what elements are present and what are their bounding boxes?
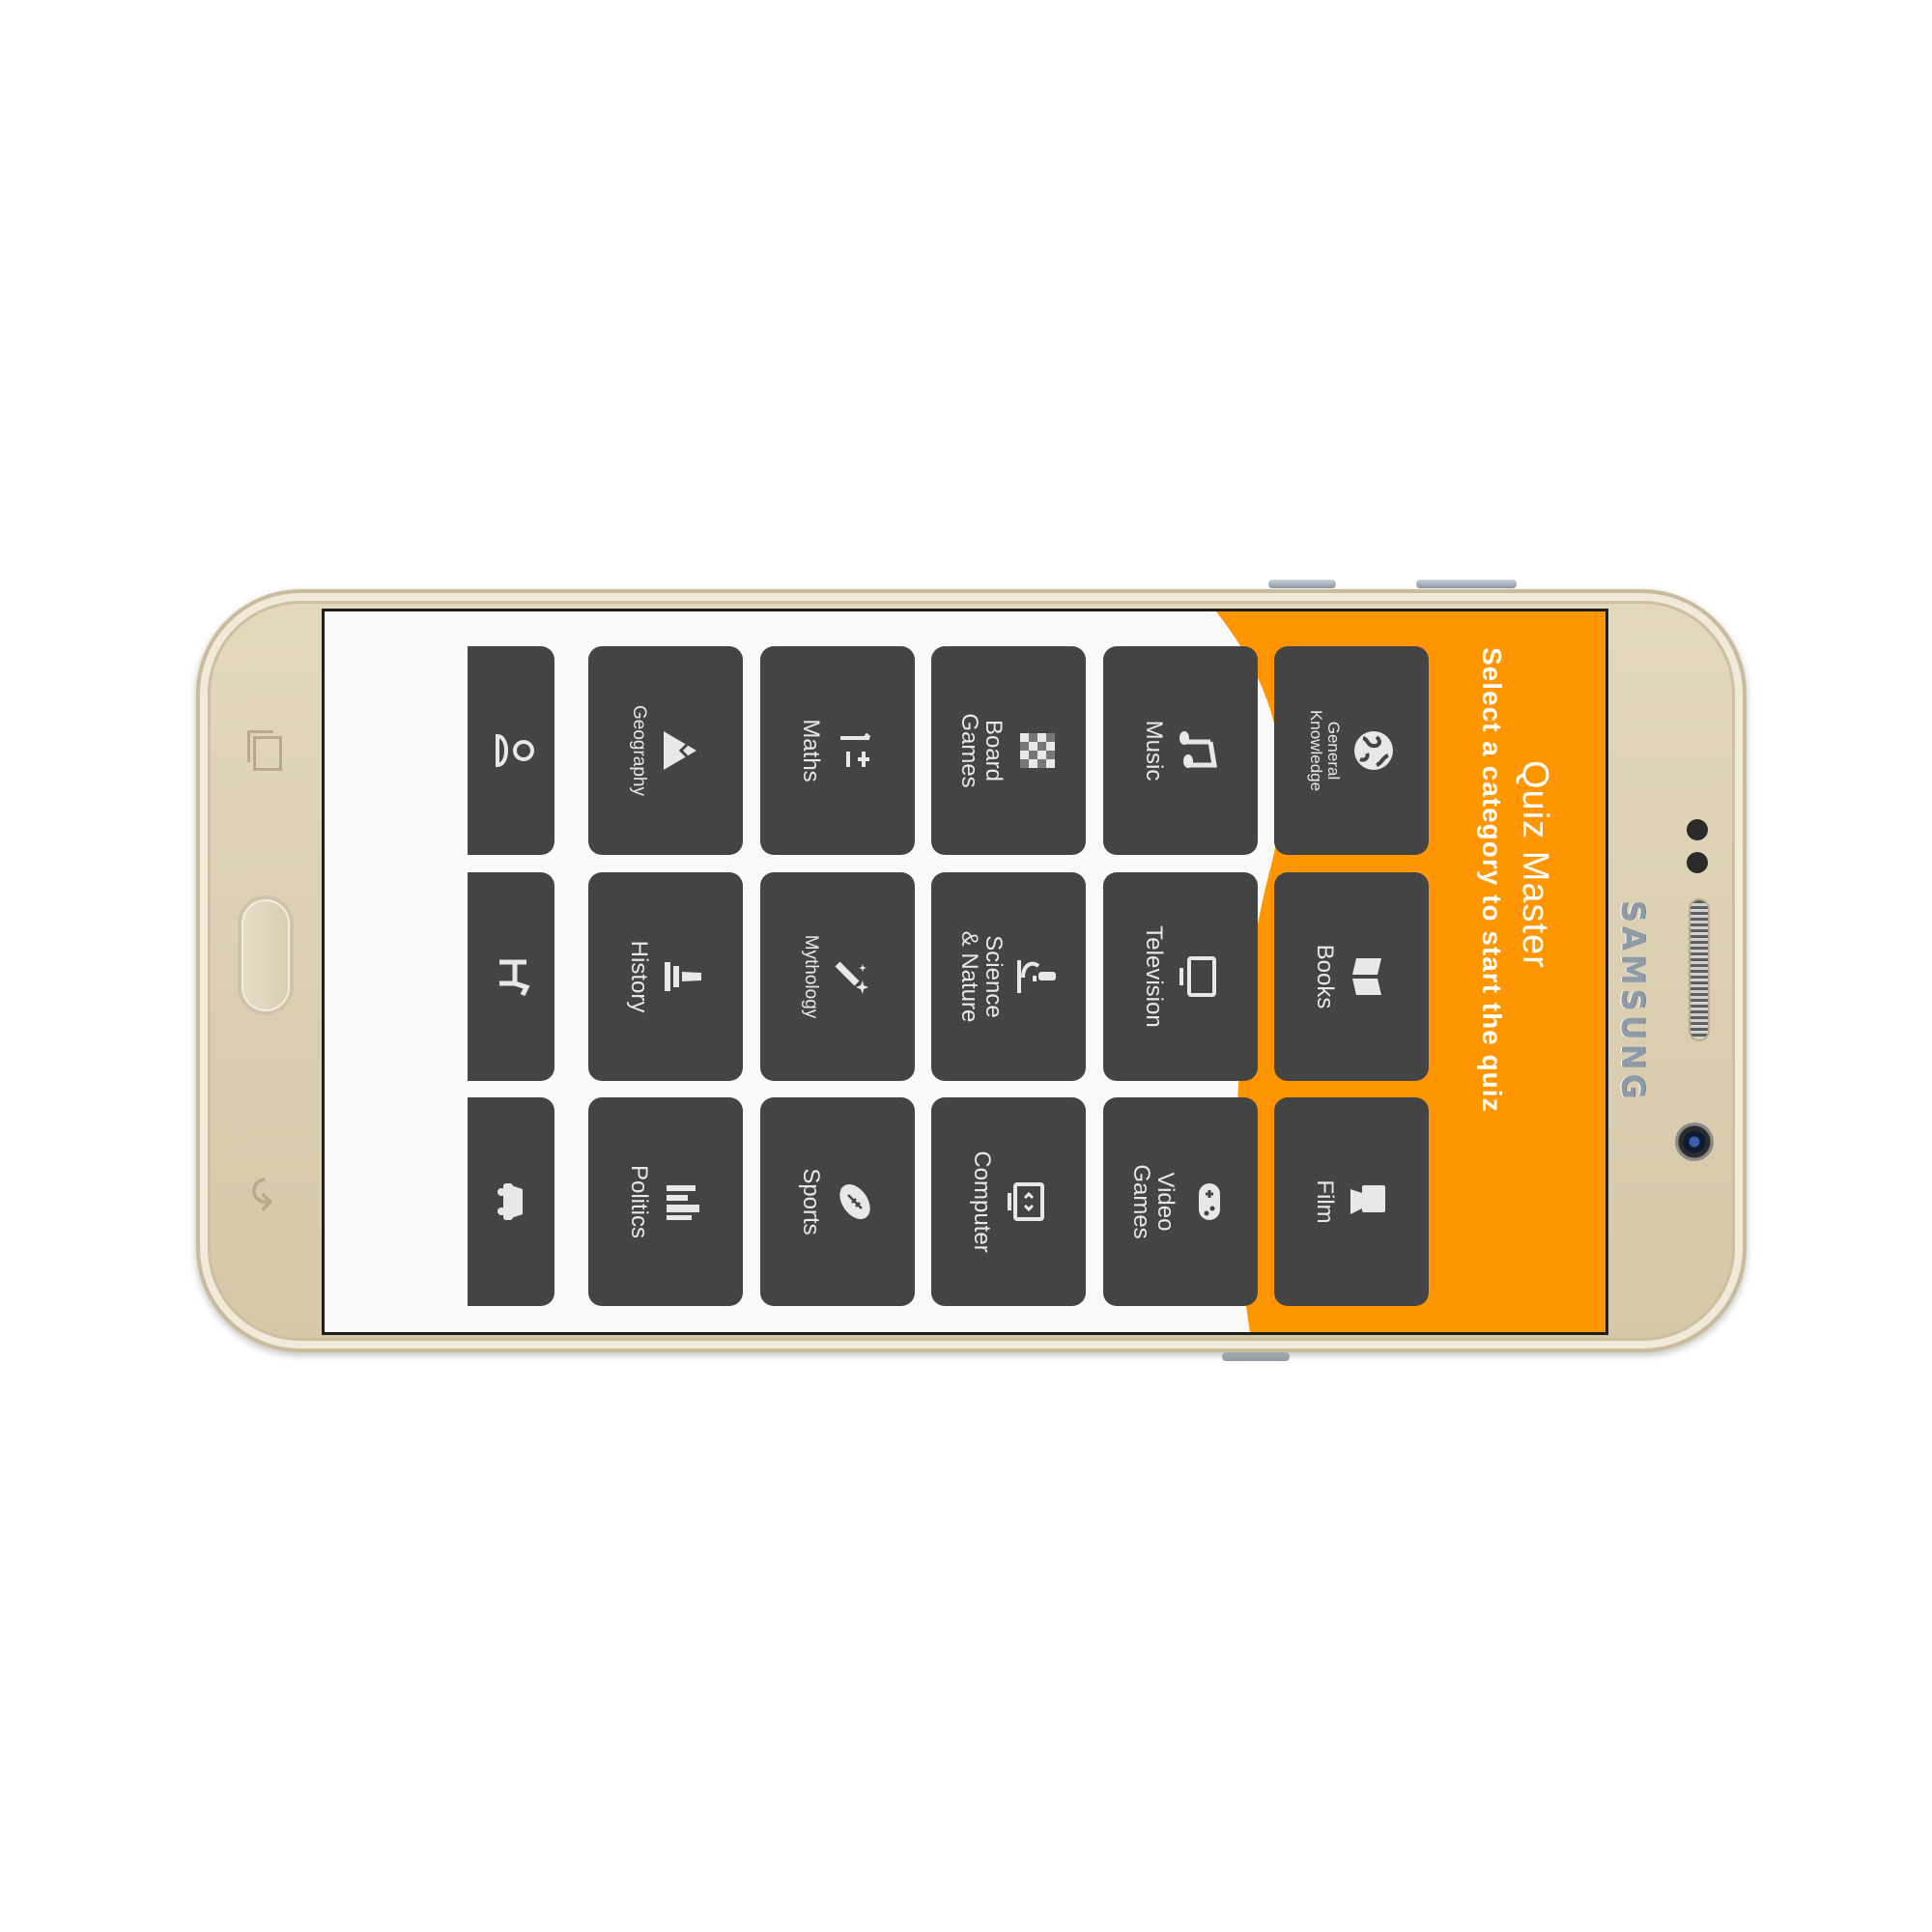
book-icon	[1351, 958, 1381, 995]
earpiece-speaker	[1689, 898, 1710, 1041]
category-label: General Knowledge	[1307, 709, 1343, 792]
category-tile-mythology[interactable]: Mythology	[760, 872, 915, 1081]
category-tile-film[interactable]: Film	[1274, 1097, 1429, 1306]
category-tile-music[interactable]: Music	[1103, 646, 1258, 855]
music-note-icon	[1179, 731, 1217, 768]
chessboard-icon	[1020, 733, 1056, 768]
monument-icon	[664, 962, 701, 991]
category-label: Sports	[797, 1168, 824, 1236]
category-label: Politics	[625, 1164, 652, 1239]
category-tile-history[interactable]: History	[588, 872, 743, 1081]
category-label: Computer	[968, 1151, 995, 1253]
film-camera-icon	[1350, 1185, 1385, 1214]
category-tile-geography[interactable]: Geography	[588, 646, 743, 855]
category-label: Board Games	[956, 713, 1008, 788]
category-label: Books	[1311, 944, 1338, 1009]
category-tile-sports[interactable]: Sports	[760, 1097, 915, 1306]
volume-down-key[interactable]	[1416, 580, 1517, 588]
category-tile-partial-17[interactable]	[468, 1097, 554, 1306]
app-screen: General Knowledge Books Film Music Televisio…	[322, 609, 1608, 1335]
category-tile-partial-15[interactable]	[468, 646, 554, 855]
category-label: Geography	[628, 704, 649, 796]
car-icon	[497, 1183, 523, 1220]
home-button[interactable]	[238, 895, 294, 1015]
gamepad-icon	[1199, 1183, 1221, 1220]
light-sensor	[1687, 852, 1708, 873]
category-label: History	[625, 940, 652, 1013]
category-tile-board-games[interactable]: Board Games	[931, 646, 1086, 855]
category-label: Mythology	[800, 934, 821, 1019]
category-label: Film	[1311, 1179, 1338, 1224]
proximity-sensor	[1687, 819, 1708, 840]
power-key[interactable]	[1222, 1352, 1290, 1361]
parliament-icon	[666, 1185, 699, 1220]
category-tile-television[interactable]: Television	[1103, 872, 1258, 1081]
mountain-icon	[663, 731, 696, 770]
category-tile-general-knowledge[interactable]: General Knowledge	[1274, 646, 1429, 855]
category-tile-science-nature[interactable]: Science & Nature	[931, 872, 1086, 1081]
volume-up-key[interactable]	[1268, 580, 1336, 588]
category-tile-maths[interactable]: Maths	[760, 646, 915, 855]
front-camera-icon	[1675, 1122, 1714, 1161]
back-button[interactable]: ↶	[242, 1177, 291, 1212]
category-tile-computer[interactable]: Computer	[931, 1097, 1086, 1306]
category-tile-books[interactable]: Books	[1274, 872, 1429, 1081]
category-label: Music	[1140, 720, 1167, 781]
numbers-icon	[839, 732, 871, 767]
app-subtitle: Select a category to start the quiz	[1477, 647, 1507, 1113]
brand-logo: SAMSUNG	[1614, 900, 1651, 1103]
recent-apps-button[interactable]	[247, 730, 282, 771]
category-tile-video-games[interactable]: Video Games	[1103, 1097, 1258, 1306]
category-label: Video Games	[1128, 1164, 1179, 1239]
tv-icon	[1179, 956, 1216, 997]
animal-icon	[499, 959, 530, 997]
computer-icon	[1007, 1182, 1044, 1221]
category-tile-partial-16[interactable]	[468, 872, 554, 1081]
globe-icon	[1353, 731, 1393, 770]
category-label: Maths	[797, 719, 824, 782]
magic-wand-icon	[835, 961, 868, 994]
microscope-icon	[1017, 960, 1057, 993]
person-icon	[496, 733, 534, 768]
category-tile-politics[interactable]: Politics	[588, 1097, 743, 1306]
app-title: Quiz Master	[1515, 760, 1555, 969]
football-icon	[838, 1183, 870, 1220]
category-label: Science & Nature	[956, 930, 1008, 1023]
category-label: Television	[1140, 925, 1167, 1028]
